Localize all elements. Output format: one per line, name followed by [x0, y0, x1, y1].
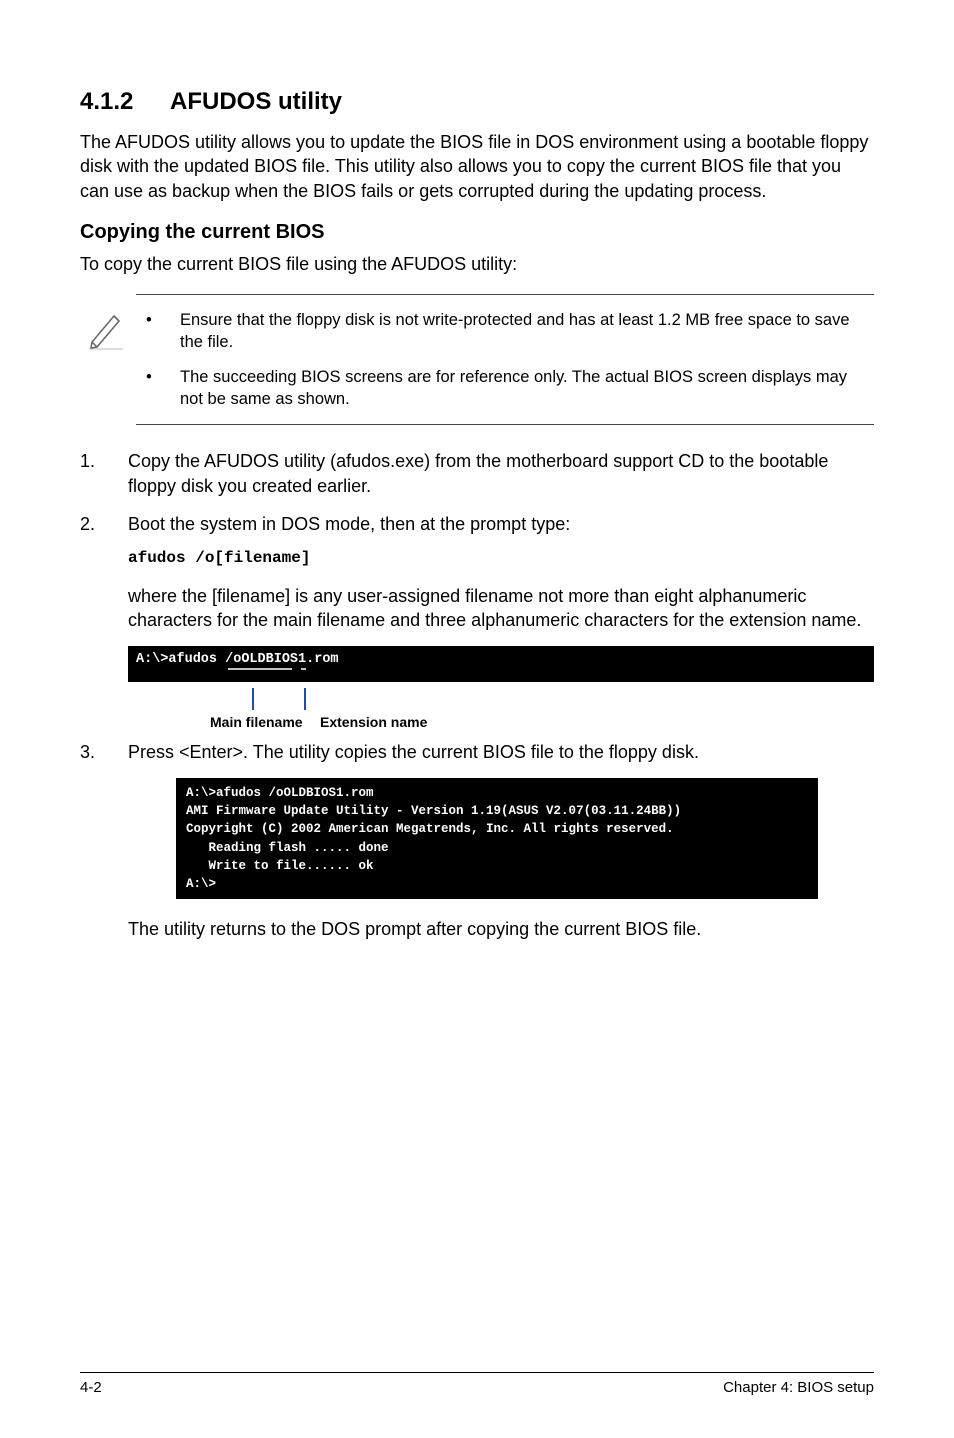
- terminal-line: A:\>: [186, 877, 216, 891]
- terminal-line: Write to file...... ok: [186, 859, 374, 873]
- note-content: • Ensure that the floppy disk is not wri…: [136, 294, 874, 425]
- step-item: 1. Copy the AFUDOS utility (afudos.exe) …: [80, 449, 874, 498]
- terminal-output: A:\>afudos /oOLDBIOS1.rom AMI Firmware U…: [176, 778, 818, 899]
- sub-intro-paragraph: To copy the current BIOS file using the …: [80, 252, 874, 276]
- page-footer: 4-2 Chapter 4: BIOS setup: [80, 1372, 874, 1396]
- page-number: 4-2: [80, 1379, 102, 1396]
- annotation-label-main: Main filename: [210, 714, 303, 730]
- sub-heading: Copying the current BIOS: [80, 221, 874, 244]
- annotation-connector: [252, 688, 254, 710]
- terminal-line: A:\>afudos /oOLDBIOS1.rom: [136, 652, 339, 667]
- bullet-mark: •: [146, 309, 180, 354]
- steps-list: 1. Copy the AFUDOS utility (afudos.exe) …: [80, 449, 874, 632]
- terminal-line: Reading flash ..... done: [186, 841, 389, 855]
- annotation-label-ext: Extension name: [320, 714, 427, 730]
- code-line: afudos /o[filename]: [128, 548, 874, 570]
- intro-paragraph: The AFUDOS utility allows you to update …: [80, 130, 874, 203]
- terminal-output: A:\>afudos /oOLDBIOS1.rom: [128, 646, 874, 682]
- terminal-line: A:\>afudos /oOLDBIOS1.rom: [186, 786, 374, 800]
- bullet-mark: •: [146, 366, 180, 411]
- step-content: Boot the system in DOS mode, then at the…: [128, 512, 874, 632]
- step-text: Copy the AFUDOS utility (afudos.exe) fro…: [128, 449, 874, 498]
- pencil-note-icon: [86, 294, 136, 355]
- terminal-line: Copyright (C) 2002 American Megatrends, …: [186, 822, 674, 836]
- closing-paragraph: The utility returns to the DOS prompt af…: [128, 917, 874, 941]
- note-text: Ensure that the floppy disk is not write…: [180, 309, 874, 354]
- step-number: 2.: [80, 512, 128, 632]
- annotation-connector: [304, 688, 306, 710]
- step-number: 3.: [80, 740, 128, 764]
- step-item: 2. Boot the system in DOS mode, then at …: [80, 512, 874, 632]
- step-after-text: where the [filename] is any user-assigne…: [128, 586, 861, 630]
- section-title: AFUDOS utility: [170, 88, 342, 115]
- step-number: 1.: [80, 449, 128, 498]
- step-item: 3. Press <Enter>. The utility copies the…: [80, 740, 874, 764]
- note-text: The succeeding BIOS screens are for refe…: [180, 366, 874, 411]
- chapter-label: Chapter 4: BIOS setup: [723, 1379, 874, 1396]
- note-bullet: • Ensure that the floppy disk is not wri…: [146, 309, 874, 354]
- annotation-diagram: Main filename Extension name: [128, 688, 874, 734]
- step-text: Press <Enter>. The utility copies the cu…: [128, 740, 874, 764]
- terminal-line: AMI Firmware Update Utility - Version 1.…: [186, 804, 681, 818]
- section-number: 4.1.2: [80, 88, 170, 116]
- note-bullet: • The succeeding BIOS screens are for re…: [146, 366, 874, 411]
- note-block: • Ensure that the floppy disk is not wri…: [80, 294, 874, 425]
- step-text: Boot the system in DOS mode, then at the…: [128, 514, 570, 534]
- steps-list-cont: 3. Press <Enter>. The utility copies the…: [80, 740, 874, 764]
- section-heading: 4.1.2AFUDOS utility: [80, 88, 874, 116]
